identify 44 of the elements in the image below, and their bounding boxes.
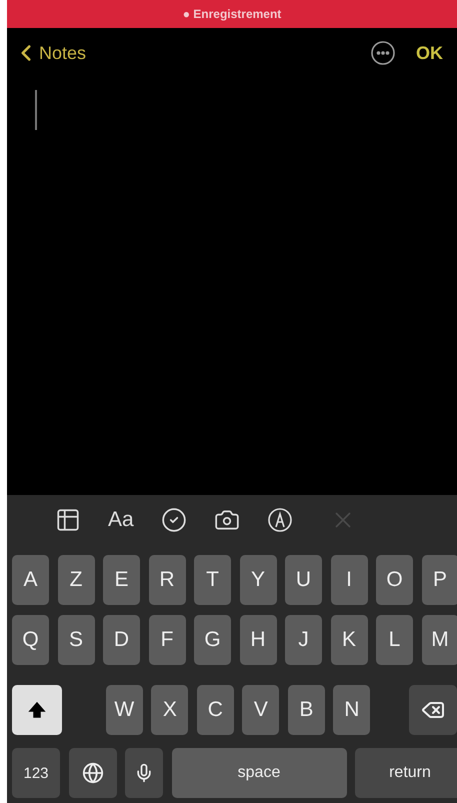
letter-key[interactable]: C: [196, 685, 234, 735]
checklist-icon[interactable]: [160, 507, 187, 533]
text-format-button[interactable]: Aa: [108, 508, 134, 532]
letter-key[interactable]: L: [376, 615, 413, 665]
pen-tip-icon[interactable]: [266, 507, 293, 533]
letter-key[interactable]: M: [422, 615, 457, 665]
letter-key[interactable]: Q: [12, 615, 49, 665]
globe-key[interactable]: [68, 748, 116, 798]
letter-key[interactable]: O: [376, 555, 413, 605]
letter-key[interactable]: W: [106, 685, 143, 735]
letter-key[interactable]: N: [333, 685, 370, 735]
letter-key[interactable]: S: [58, 615, 94, 665]
letter-key[interactable]: Y: [240, 555, 276, 605]
done-link[interactable]: OK: [416, 42, 443, 64]
letter-key[interactable]: A: [12, 555, 49, 605]
letter-key[interactable]: B: [288, 685, 325, 735]
letter-key[interactable]: Z: [58, 555, 94, 605]
letter-key[interactable]: T: [194, 555, 231, 605]
shift-key[interactable]: [12, 685, 62, 735]
table-icon[interactable]: [55, 507, 81, 533]
letter-key[interactable]: E: [103, 555, 140, 605]
return-key[interactable]: return: [355, 748, 457, 798]
letter-key[interactable]: F: [148, 615, 186, 665]
letter-key[interactable]: D: [103, 615, 140, 665]
letter-key[interactable]: J: [285, 615, 322, 665]
text-cursor: [35, 90, 37, 130]
back-link[interactable]: Notes: [13, 40, 86, 66]
recording-label: ● Enregistrement: [182, 7, 282, 21]
letter-key[interactable]: I: [330, 555, 368, 605]
delete-key[interactable]: [409, 685, 457, 735]
letter-key[interactable]: X: [151, 685, 188, 735]
more-icon[interactable]: [370, 40, 396, 66]
letter-key[interactable]: U: [285, 555, 322, 605]
shift-arrow-icon: [28, 701, 46, 719]
letter-key[interactable]: H: [240, 615, 276, 665]
letter-key[interactable]: V: [242, 685, 280, 735]
letter-key[interactable]: G: [194, 615, 231, 665]
letter-key[interactable]: P: [422, 555, 457, 605]
numbers-key[interactable]: 123: [12, 748, 60, 798]
globe-icon: [82, 762, 104, 784]
space-key[interactable]: space: [172, 748, 346, 798]
letter-key[interactable]: K: [330, 615, 368, 665]
mic-key[interactable]: [125, 748, 163, 798]
letter-key[interactable]: R: [148, 555, 186, 605]
